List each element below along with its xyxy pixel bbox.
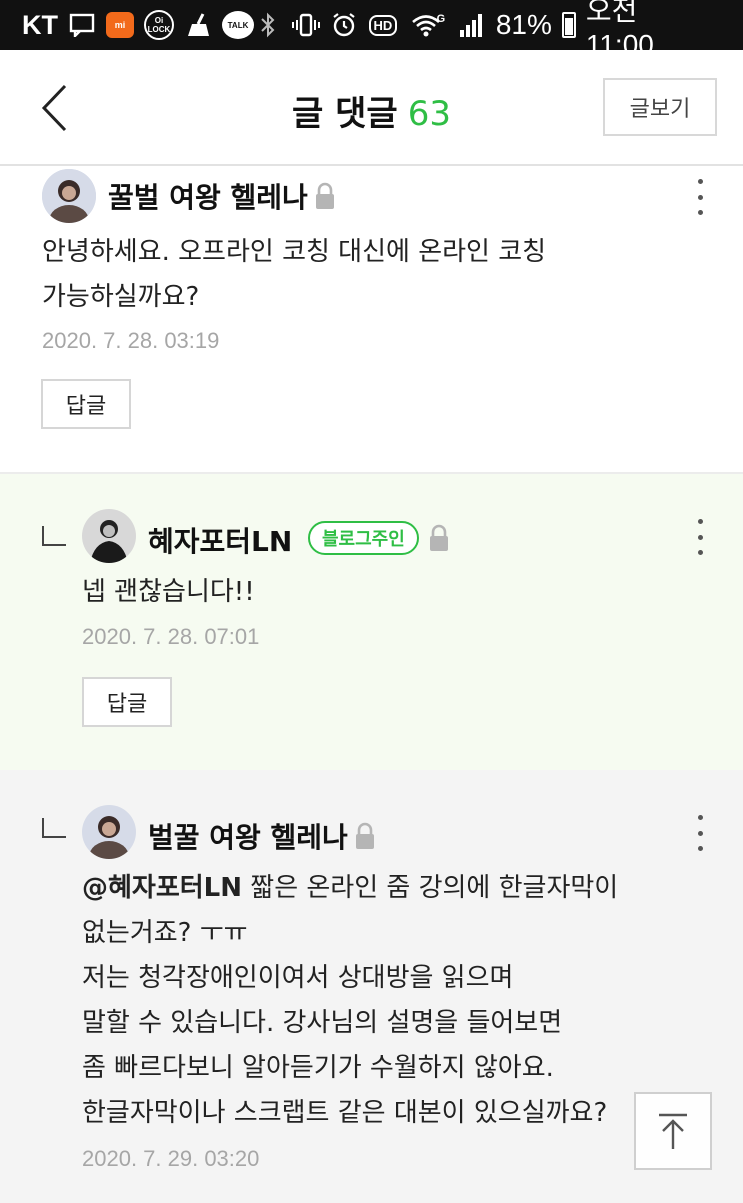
blog-owner-badge: 블로그주인	[308, 521, 419, 555]
status-bar: KT mi Oi LOCK TALK HD G 81% 오전 11:00	[0, 0, 743, 60]
reply-button[interactable]: 답글	[82, 677, 172, 727]
avatar[interactable]	[42, 169, 96, 223]
comment-item-owner-reply: 혜자포터LN 블로그주인 넵 괜찮습니다!! 2020. 7. 28. 07:0…	[0, 474, 743, 770]
comment-date: 2020. 7. 28. 03:19	[42, 328, 220, 353]
comment-text: 넵 괜찮습니다!!	[82, 577, 255, 607]
mi-app-icon: mi	[106, 12, 134, 38]
battery-percent: 81%	[495, 9, 552, 40]
comment-body: 짧은 온라인 줌 강의에 한글자막이 없는거죠? ㅜㅠ 저는 청각장애인이여서 …	[82, 873, 619, 1128]
comment-date: 2020. 7. 29. 03:20	[82, 1146, 260, 1171]
author-name: 벌꿀 여왕 헬레나	[148, 821, 348, 854]
page-title-text: 글 댓글	[292, 94, 398, 134]
lock-icon	[314, 182, 336, 217]
comment-author: 꿀벌 여왕 헬레나	[108, 176, 336, 217]
carrier-label: KT	[22, 9, 58, 40]
comment-text: 안녕하세요. 오프라인 코칭 대신에 온라인 코칭 가능하실까요?	[42, 237, 547, 312]
avatar[interactable]	[82, 509, 136, 563]
lock-icon	[354, 822, 376, 857]
kakaotalk-icon: TALK	[222, 11, 254, 39]
avatar[interactable]	[82, 805, 136, 859]
reply-indent-icon	[42, 818, 66, 838]
alarm-icon	[330, 12, 358, 38]
message-icon	[68, 12, 96, 38]
reply-indent-icon	[42, 526, 66, 546]
more-options-icon[interactable]	[690, 179, 710, 215]
bluetooth-icon	[254, 12, 282, 38]
comment-count: 63	[407, 94, 451, 134]
comment-item: 벌꿀 여왕 헬레나 @혜자포터LN 짧은 온라인 줌 강의에 한글자막이 없는거…	[0, 770, 743, 1203]
reply-button[interactable]: 답글	[41, 379, 131, 429]
comment-author: 벌꿀 여왕 헬레나	[148, 816, 376, 857]
comment-text: @혜자포터LN 짧은 온라인 줌 강의에 한글자막이 없는거죠? ㅜㅠ 저는 청…	[82, 866, 712, 1136]
vibrate-icon	[291, 12, 320, 38]
cleaner-icon	[184, 12, 212, 38]
more-options-icon[interactable]	[690, 519, 710, 555]
app-header: 글 댓글 63 글보기	[0, 50, 743, 166]
author-name: 꿀벌 여왕 헬레나	[108, 181, 308, 214]
comment-author: 혜자포터LN	[148, 525, 293, 558]
mention-link[interactable]: @혜자포터LN	[82, 873, 242, 903]
comment-date: 2020. 7. 28. 07:01	[82, 624, 260, 649]
scroll-to-top-button[interactable]	[634, 1092, 712, 1170]
hd-voice-icon: HD	[368, 12, 398, 38]
view-post-button[interactable]: 글보기	[603, 78, 717, 136]
battery-icon	[561, 12, 576, 38]
signal-icon	[458, 12, 486, 38]
wifi-icon: G	[408, 12, 448, 38]
more-options-icon[interactable]	[690, 815, 710, 851]
comment-item: 꿀벌 여왕 헬레나 안녕하세요. 오프라인 코칭 대신에 온라인 코칭 가능하실…	[0, 166, 743, 474]
arrow-up-icon	[659, 1113, 687, 1149]
lock-icon	[428, 524, 450, 556]
oi-lock-icon: Oi LOCK	[144, 10, 174, 40]
